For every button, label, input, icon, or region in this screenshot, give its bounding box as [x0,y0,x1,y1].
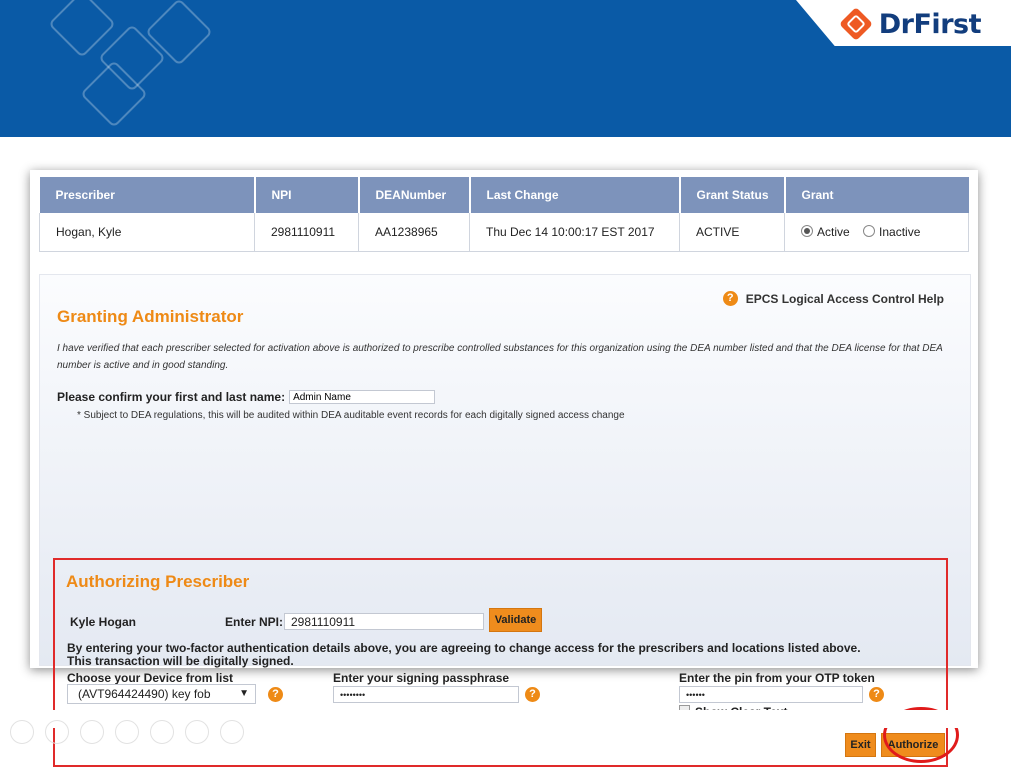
passphrase-help-icon[interactable]: ? [525,687,540,702]
col-npi: NPI [254,177,360,213]
prescriber-grant-table: Prescriber NPI DEANumber Last Change Gra… [39,177,969,252]
decor-circle [150,720,174,744]
npi-label: Enter NPI: [225,615,284,629]
decor-circle [185,720,209,744]
confirm-name-input[interactable] [289,390,436,404]
decor-circle [115,720,139,744]
chevron-down-icon: ▼ [239,688,249,699]
cell-dea: AA1238965 [358,213,470,252]
device-label: Choose your Device from list [67,671,234,685]
granting-disclaimer: I have verified that each prescriber sel… [57,343,943,371]
col-grant-status: Grant Status [679,177,786,213]
inactive-radio[interactable] [863,225,876,237]
cell-last-change: Thu Dec 14 10:00:17 EST 2017 [469,213,680,252]
passphrase-input[interactable]: •••••••• [333,686,519,703]
cell-prescriber: Hogan, Kyle [39,213,255,252]
agreement-line-2: This transaction will be digitally signe… [67,654,294,668]
drfirst-logo: DrFirst [839,7,982,41]
col-dea: DEANumber [358,177,471,213]
brand-name: DrFirst [878,8,982,40]
decor-circle [220,720,244,744]
granting-panel: ? EPCS Logical Access Control Help Grant… [39,274,971,767]
decor-circle [80,720,104,744]
validate-button[interactable]: Validate [489,608,542,632]
col-prescriber: Prescriber [39,177,256,213]
help-icon: ? [722,291,738,306]
inactive-label: Inactive [879,225,921,239]
confirm-name-row: Please confirm your first and last name: [57,390,436,404]
active-radio[interactable] [801,225,813,237]
cell-grant: Active Inactive [784,213,969,252]
passphrase-label: Enter your signing passphrase [333,671,510,685]
grant-active-option[interactable]: Active [801,225,853,239]
audit-note: * Subject to DEA regulations, this will … [77,410,625,421]
drfirst-mark-icon [840,8,872,40]
col-grant: Grant [784,177,969,213]
otp-help-icon[interactable]: ? [869,687,884,702]
decor-circle [10,720,34,744]
cell-status: ACTIVE [679,213,785,252]
agreement-text: By entering your two-factor authenticati… [67,642,861,668]
device-select[interactable]: (AVT964424490) key fob ▼ [67,684,256,704]
grant-inactive-option[interactable]: Inactive [863,225,920,239]
bottom-strip [0,710,1011,744]
table-row: Hogan, Kyle 2981110911 AA1238965 Thu Dec… [39,213,969,252]
confirm-name-label: Please confirm your first and last name: [57,390,286,404]
device-help-icon[interactable]: ? [268,687,283,702]
decor-circle [45,720,69,744]
authorizing-prescriber-name: Kyle Hogan [70,615,137,629]
device-value: (AVT964424490) key fob [78,687,211,701]
otp-input[interactable]: •••••• [679,686,863,703]
active-label: Active [817,225,850,239]
col-last-change: Last Change [469,177,681,213]
table-header-row: Prescriber NPI DEANumber Last Change Gra… [39,177,969,213]
cell-npi: 2981110911 [254,213,359,252]
header-banner: DrFirst [0,0,1011,137]
granting-admin-title: Granting Administrator [57,307,244,326]
epcs-access-card: Prescriber NPI DEANumber Last Change Gra… [30,170,978,767]
authorizing-title: Authorizing Prescriber [66,572,250,591]
otp-label: Enter the pin from your OTP token [679,671,875,685]
epcs-help-link[interactable]: ? EPCS Logical Access Control Help [722,291,944,306]
npi-input[interactable]: 2981110911 [284,613,484,630]
help-link-label: EPCS Logical Access Control Help [745,291,944,306]
exit-button[interactable]: Exit [845,733,876,757]
logo-area: DrFirst [796,0,1011,46]
